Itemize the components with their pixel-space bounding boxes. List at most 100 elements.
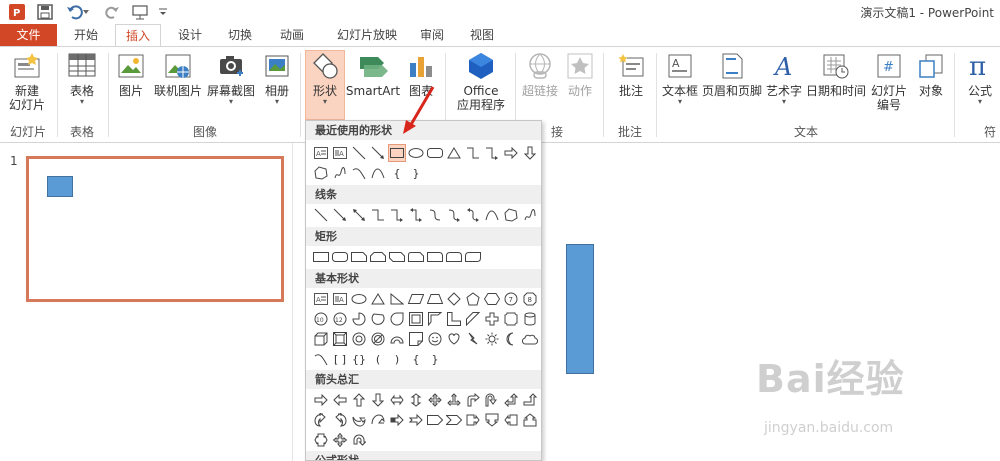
- line-shape-icon[interactable]: [350, 144, 368, 162]
- diamond-shape-icon[interactable]: [445, 290, 463, 308]
- down-arrow-shape-icon[interactable]: [521, 144, 539, 162]
- tab-file[interactable]: 文件: [0, 24, 57, 47]
- scribble-shape-icon[interactable]: [331, 164, 349, 182]
- octagon-shape-icon[interactable]: 8: [521, 290, 539, 308]
- freeform-shape-icon[interactable]: [502, 206, 520, 224]
- left-up-arrow-shape-icon[interactable]: [502, 391, 520, 409]
- pane-divider[interactable]: [292, 143, 293, 461]
- elbow-connector-shape-icon[interactable]: [464, 144, 482, 162]
- rounded-rectangle-shape-icon[interactable]: [331, 248, 349, 266]
- double-arrow-line-shape-icon[interactable]: [350, 206, 368, 224]
- right-triangle-shape-icon[interactable]: [388, 290, 406, 308]
- curved-double-arrow-shape-icon[interactable]: [464, 206, 482, 224]
- curved-left-arrow-shape-icon[interactable]: [331, 411, 349, 429]
- chevron-shape-icon[interactable]: [445, 411, 463, 429]
- tab-transitions[interactable]: 切换: [218, 24, 262, 47]
- up-down-arrow-shape-icon[interactable]: [407, 391, 425, 409]
- no-symbol-shape-icon[interactable]: [369, 330, 387, 348]
- lightning-bolt-shape-icon[interactable]: [464, 330, 482, 348]
- double-bracket-shape-icon[interactable]: [ ]: [331, 350, 349, 368]
- slide-number-button[interactable]: # 幻灯片 编号: [868, 51, 910, 112]
- arrow-line-shape-icon[interactable]: [331, 206, 349, 224]
- screenshot-button[interactable]: 屏幕截图 ▾: [205, 51, 257, 106]
- tab-view[interactable]: 视图: [460, 24, 504, 47]
- block-arc-shape-icon[interactable]: [388, 330, 406, 348]
- curve-shape-icon[interactable]: [350, 164, 368, 182]
- right-arrow-shape-icon[interactable]: [312, 391, 330, 409]
- date-time-button[interactable]: 日期和时间: [806, 51, 866, 98]
- slide-thumbnail[interactable]: [26, 156, 284, 302]
- heart-shape-icon[interactable]: [445, 330, 463, 348]
- sun-shape-icon[interactable]: [483, 330, 501, 348]
- left-right-arrow-shape-icon[interactable]: [388, 391, 406, 409]
- right-bracket-shape-icon[interactable]: ): [388, 350, 406, 368]
- pentagon-arrow-shape-icon[interactable]: [426, 411, 444, 429]
- wordart-button[interactable]: A 艺术字 ▾: [764, 51, 804, 106]
- photo-album-button[interactable]: 相册 ▾: [260, 51, 294, 106]
- shapes-button[interactable]: 形状 ▾: [305, 50, 345, 120]
- left-arrow-callout-shape-icon[interactable]: [502, 411, 520, 429]
- online-picture-button[interactable]: 联机图片: [152, 51, 204, 98]
- smiley-face-shape-icon[interactable]: [426, 330, 444, 348]
- down-arrow-callout-shape-icon[interactable]: [483, 411, 501, 429]
- tab-animations[interactable]: 动画: [270, 24, 314, 47]
- round-same-side-rectangle-shape-icon[interactable]: [445, 248, 463, 266]
- hexagon-shape-icon[interactable]: [483, 290, 501, 308]
- round-diagonal-rectangle-shape-icon[interactable]: [464, 248, 482, 266]
- bevel-shape-icon[interactable]: [331, 330, 349, 348]
- snip-round-rectangle-shape-icon[interactable]: [407, 248, 425, 266]
- textbox-shape-icon[interactable]: A: [312, 290, 330, 308]
- can-shape-icon[interactable]: [521, 310, 539, 328]
- decagon-shape-icon[interactable]: 10: [312, 310, 330, 328]
- oval-shape-icon[interactable]: [350, 290, 368, 308]
- up-arrow-callout-shape-icon[interactable]: [521, 411, 539, 429]
- presentation-start-icon[interactable]: [130, 3, 152, 21]
- diagonal-stripe-shape-icon[interactable]: [464, 310, 482, 328]
- picture-button[interactable]: 图片: [114, 51, 148, 98]
- new-slide-button[interactable]: 新建 幻灯片: [4, 51, 50, 112]
- redo-icon[interactable]: [104, 3, 122, 21]
- office-apps-button[interactable]: Office 应用程序: [450, 51, 512, 112]
- parallelogram-shape-icon[interactable]: [407, 290, 425, 308]
- tab-home[interactable]: 开始: [64, 24, 108, 47]
- arc-shape-icon[interactable]: [312, 350, 330, 368]
- notched-right-arrow-shape-icon[interactable]: [407, 411, 425, 429]
- left-right-up-arrow-shape-icon[interactable]: [445, 391, 463, 409]
- tab-design[interactable]: 设计: [168, 24, 212, 47]
- comment-button[interactable]: 批注: [612, 51, 650, 98]
- vertical-textbox-shape-icon[interactable]: A: [331, 144, 349, 162]
- line-shape-icon[interactable]: [312, 206, 330, 224]
- u-turn-arrow-shape-icon[interactable]: [483, 391, 501, 409]
- quad-arrow-callout-shape-icon[interactable]: [331, 431, 349, 449]
- smartart-button[interactable]: SmartArt: [346, 51, 400, 98]
- header-footer-button[interactable]: 页眉和页脚: [702, 51, 762, 98]
- save-icon[interactable]: [36, 3, 54, 21]
- pie-shape-icon[interactable]: [350, 310, 368, 328]
- cube-shape-icon[interactable]: [312, 330, 330, 348]
- right-arrow-callout-shape-icon[interactable]: [464, 411, 482, 429]
- l-shape-icon[interactable]: [445, 310, 463, 328]
- right-arrow-shape-icon[interactable]: [502, 144, 520, 162]
- elbow-arrow-connector-shape-icon[interactable]: [483, 144, 501, 162]
- striped-right-arrow-shape-icon[interactable]: [388, 411, 406, 429]
- plaque-shape-icon[interactable]: [502, 310, 520, 328]
- half-frame-shape-icon[interactable]: [426, 310, 444, 328]
- double-brace-shape-icon[interactable]: {}: [350, 350, 368, 368]
- snip-same-side-rectangle-shape-icon[interactable]: [369, 248, 387, 266]
- curved-connector-shape-icon[interactable]: [426, 206, 444, 224]
- folded-corner-shape-icon[interactable]: [407, 330, 425, 348]
- triangle-shape-icon[interactable]: [369, 290, 387, 308]
- freeform-shape-icon[interactable]: [312, 164, 330, 182]
- tab-review[interactable]: 审阅: [410, 24, 454, 47]
- wave-curve-shape-icon[interactable]: [369, 164, 387, 182]
- action-button[interactable]: 动作: [563, 51, 597, 98]
- tab-insert[interactable]: 插入: [115, 24, 161, 47]
- curve-shape-icon[interactable]: [483, 206, 501, 224]
- tab-slideshow[interactable]: 幻灯片放映: [325, 24, 409, 47]
- oval-shape-icon[interactable]: [407, 144, 425, 162]
- trapezoid-shape-icon[interactable]: [426, 290, 444, 308]
- rectangle-shape-icon[interactable]: [312, 248, 330, 266]
- donut-shape-icon[interactable]: [350, 330, 368, 348]
- customize-qat-icon[interactable]: [156, 3, 170, 21]
- pentagon-shape-icon[interactable]: [464, 290, 482, 308]
